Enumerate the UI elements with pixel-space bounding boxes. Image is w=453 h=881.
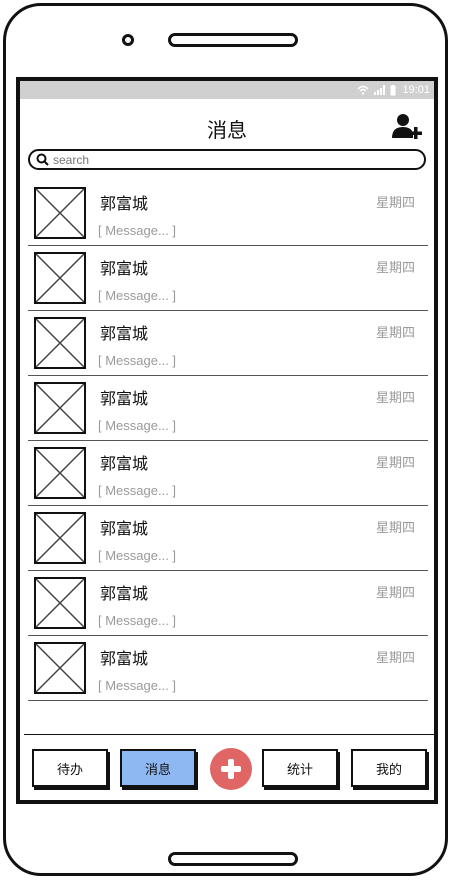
contact-name: 郭富城 bbox=[100, 389, 149, 408]
nav-messages-button[interactable]: 消息 bbox=[120, 749, 196, 787]
speaker bbox=[168, 33, 298, 47]
add-button[interactable] bbox=[210, 748, 252, 790]
message-day: 星期四 bbox=[375, 261, 415, 276]
message-day: 星期四 bbox=[375, 586, 415, 601]
message-preview: [ Message... ] bbox=[98, 548, 177, 563]
message-preview: [ Message... ] bbox=[98, 418, 177, 433]
avatar-placeholder bbox=[34, 642, 86, 694]
contact-name: 郭富城 bbox=[100, 584, 149, 603]
message-row[interactable]: 郭富城 星期四 [ Message... ] bbox=[28, 311, 428, 376]
message-preview: [ Message... ] bbox=[98, 353, 177, 368]
bottom-nav: 待办 消息 统计 我的 bbox=[24, 734, 434, 800]
message-day: 星期四 bbox=[375, 326, 415, 341]
message-day: 星期四 bbox=[375, 196, 415, 211]
camera bbox=[122, 34, 134, 46]
message-preview: [ Message... ] bbox=[98, 288, 177, 303]
signal-icon bbox=[374, 85, 386, 95]
wifi-icon bbox=[357, 85, 369, 95]
image-placeholder-icon bbox=[36, 449, 84, 497]
message-day: 星期四 bbox=[375, 456, 415, 471]
avatar-placeholder bbox=[34, 382, 86, 434]
status-icons bbox=[357, 84, 396, 96]
message-row[interactable]: 郭富城 星期四 [ Message... ] bbox=[28, 441, 428, 506]
avatar-placeholder bbox=[34, 512, 86, 564]
nav-todo-button[interactable]: 待办 bbox=[32, 749, 108, 787]
message-row[interactable]: 郭富城 星期四 [ Message... ] bbox=[28, 246, 428, 311]
contact-name: 郭富城 bbox=[100, 454, 149, 473]
image-placeholder-icon bbox=[36, 319, 84, 367]
contact-name: 郭富城 bbox=[100, 194, 149, 213]
contact-name: 郭富城 bbox=[100, 324, 149, 343]
search-input[interactable] bbox=[53, 152, 393, 167]
message-preview: [ Message... ] bbox=[98, 613, 177, 628]
contact-name: 郭富城 bbox=[100, 649, 149, 668]
plus-icon bbox=[221, 759, 241, 779]
contact-name: 郭富城 bbox=[100, 259, 149, 278]
avatar-placeholder bbox=[34, 252, 86, 304]
battery-icon bbox=[390, 84, 396, 95]
contact-name: 郭富城 bbox=[100, 519, 149, 538]
message-row[interactable]: 郭富城 星期四 [ Message... ] bbox=[28, 181, 428, 246]
message-row[interactable]: 郭富城 星期四 [ Message... ] bbox=[28, 636, 428, 701]
image-placeholder-icon bbox=[36, 254, 84, 302]
message-day: 星期四 bbox=[375, 391, 415, 406]
message-day: 星期四 bbox=[375, 521, 415, 536]
search-bar[interactable] bbox=[28, 149, 426, 170]
nav-stats-button[interactable]: 统计 bbox=[262, 749, 338, 787]
image-placeholder-icon bbox=[36, 384, 84, 432]
avatar-placeholder bbox=[34, 447, 86, 499]
message-row[interactable]: 郭富城 星期四 [ Message... ] bbox=[28, 506, 428, 571]
home-button[interactable] bbox=[168, 852, 298, 866]
message-preview: [ Message... ] bbox=[98, 678, 177, 693]
image-placeholder-icon bbox=[36, 579, 84, 627]
message-preview: [ Message... ] bbox=[98, 483, 177, 498]
status-bar: 19:01 bbox=[20, 81, 434, 99]
avatar-placeholder bbox=[34, 577, 86, 629]
message-row[interactable]: 郭富城 星期四 [ Message... ] bbox=[28, 571, 428, 636]
screen: 19:01 消息 郭富城星期四[ Message... ]郭富城星期四[ Mes… bbox=[16, 77, 438, 804]
message-preview: [ Message... ] bbox=[98, 223, 177, 238]
avatar-placeholder bbox=[34, 317, 86, 369]
avatar-placeholder bbox=[34, 187, 86, 239]
image-placeholder-icon bbox=[36, 514, 84, 562]
add-user-icon[interactable] bbox=[392, 113, 424, 139]
page-title: 消息 bbox=[207, 118, 247, 142]
image-placeholder-icon bbox=[36, 644, 84, 692]
status-time: 19:01 bbox=[402, 84, 430, 96]
message-list: 郭富城 星期四[ Message... ] 郭富城 星期四[ Message... ]… bbox=[28, 181, 428, 701]
nav-mine-button[interactable]: 我的 bbox=[351, 749, 427, 787]
image-placeholder-icon bbox=[36, 189, 84, 237]
message-day: 星期四 bbox=[375, 651, 415, 666]
search-icon bbox=[36, 153, 49, 166]
message-row[interactable]: 郭富城 星期四 [ Message... ] bbox=[28, 376, 428, 441]
